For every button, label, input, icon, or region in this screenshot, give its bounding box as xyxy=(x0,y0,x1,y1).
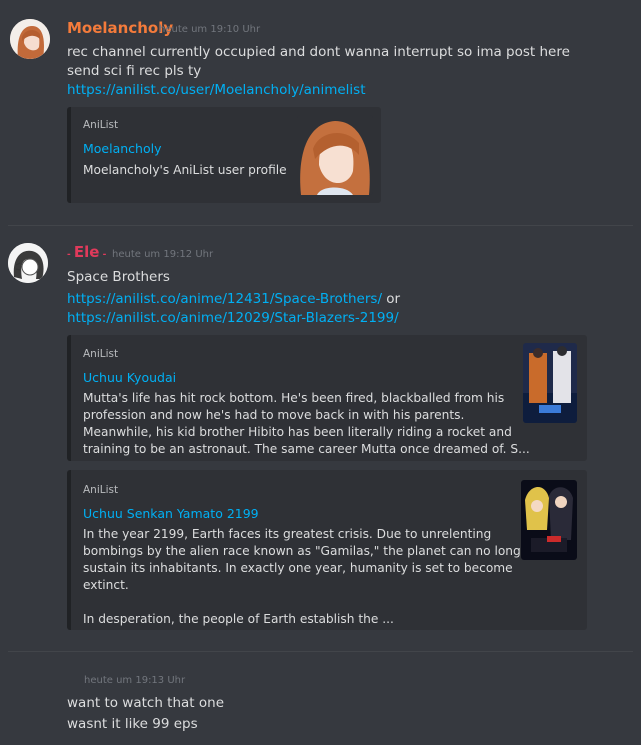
username[interactable]: - Ele - xyxy=(67,243,106,261)
embed-description: Mutta's life has hit rock bottom. He's b… xyxy=(83,390,530,458)
message-text: wasnt it like 99 eps xyxy=(67,716,198,732)
avatar[interactable] xyxy=(10,19,50,59)
embed-title[interactable]: Moelancholy xyxy=(83,141,162,156)
avatar-image xyxy=(10,19,50,59)
timestamp: heute um 19:12 Uhr xyxy=(112,249,214,260)
embed-description: In the year 2199, Earth faces its greate… xyxy=(83,526,533,628)
message-text: send sci fi rec pls ty xyxy=(67,63,202,79)
description-line: sustain its inhabitants. In exactly one … xyxy=(83,561,513,575)
embed-provider[interactable]: AniList xyxy=(83,484,118,496)
timestamp: heute um 19:10 Uhr xyxy=(159,24,261,35)
message-2: - Ele - heute um 19:12 Uhr Space Brother… xyxy=(0,226,641,646)
description-line: bombings by the alien race known as "Gam… xyxy=(83,544,534,558)
message-text-row: https://anilist.co/anime/12431/Space-Bro… xyxy=(67,290,400,308)
embed-thumbnail[interactable] xyxy=(521,480,577,560)
message-3: heute um 19:13 Uhr want to watch that on… xyxy=(0,652,641,745)
link-embed: AniList Uchuu Senkan Yamato 2199 In the … xyxy=(67,470,587,630)
username-decoration-left: - xyxy=(67,250,74,260)
message-link[interactable]: https://anilist.co/anime/12431/Space-Bro… xyxy=(67,291,382,307)
link-embed: AniList Moelancholy Moelancholy's AniLis… xyxy=(67,107,381,203)
embed-title[interactable]: Uchuu Senkan Yamato 2199 xyxy=(83,506,259,521)
embed-description: Moelancholy's AniList user profile xyxy=(83,163,287,177)
message-text: or xyxy=(386,291,401,307)
description-line: profession and now he's had to move back… xyxy=(83,408,465,422)
username-decoration-right: - xyxy=(99,250,107,260)
username-text[interactable]: Ele xyxy=(74,243,100,261)
description-line: Meanwhile, his kid brother Hibito has be… xyxy=(83,425,512,439)
description-line: Mutta's life has hit rock bottom. He's b… xyxy=(83,391,505,405)
message-text: want to watch that one xyxy=(67,695,225,711)
embed-provider[interactable]: AniList xyxy=(83,119,118,131)
timestamp: heute um 19:13 Uhr xyxy=(84,675,186,686)
description-line: training to be an astronaut. The same ca… xyxy=(83,442,530,456)
description-line: In desperation, the people of Earth esta… xyxy=(83,612,394,626)
anime-poster-icon xyxy=(521,480,577,560)
message-link[interactable]: https://anilist.co/user/Moelancholy/anim… xyxy=(67,81,366,99)
embed-provider[interactable]: AniList xyxy=(83,348,118,360)
username[interactable]: Moelancholy xyxy=(67,19,173,37)
message-link[interactable]: https://anilist.co/anime/12029/Star-Blaz… xyxy=(67,309,399,327)
link-embed: AniList Uchuu Kyoudai Mutta's life has h… xyxy=(67,335,587,461)
embed-title[interactable]: Uchuu Kyoudai xyxy=(83,370,176,385)
anime-poster-icon xyxy=(523,343,577,423)
description-line: In the year 2199, Earth faces its greate… xyxy=(83,527,492,541)
avatar-image xyxy=(8,243,48,283)
message-text: rec channel currently occupied and dont … xyxy=(67,44,570,60)
embed-thumbnail[interactable] xyxy=(297,115,373,195)
message-1: Moelancholy heute um 19:10 Uhr rec chann… xyxy=(0,0,641,220)
avatar[interactable] xyxy=(8,243,48,283)
description-line xyxy=(83,594,533,611)
message-text: Space Brothers xyxy=(67,269,170,285)
description-line: extinct. xyxy=(83,578,129,592)
embed-thumbnail[interactable] xyxy=(523,343,577,423)
profile-picture-icon xyxy=(297,115,373,195)
